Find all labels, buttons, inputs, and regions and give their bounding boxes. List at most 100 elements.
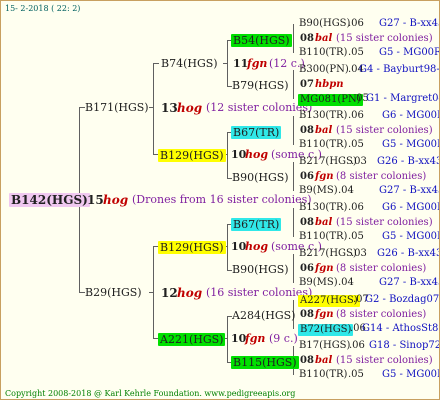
connector — [293, 254, 294, 283]
queen-g1-1[interactable]: B29(HGS) — [85, 287, 142, 298]
g4-14-loc: G18 - Sinop72R — [369, 340, 439, 351]
g4-5-num: .05 — [348, 139, 364, 150]
g4-9-num: .05 — [348, 231, 364, 242]
g3-2-gen: 08 — [300, 125, 314, 136]
g3-2-note: (15 sister colonies) — [336, 125, 433, 136]
queen-g2-0[interactable]: B74(HGS) — [161, 58, 218, 69]
pedigree-chart: { "header": "15- 2-2018 ( 22: 2)", "foot… — [0, 0, 440, 400]
g1-0-gen-mark: hog — [177, 101, 203, 115]
queen-g3-2[interactable]: B67(TR) — [231, 126, 282, 139]
g4-0-loc: G27 - B-xx43 — [379, 18, 440, 29]
queen-g3-0[interactable]: B54(HGS) — [231, 34, 292, 47]
queen-g3-1[interactable]: B79(HGS) — [232, 80, 289, 91]
timestamp: 15- 2-2018 ( 22: 2) — [5, 4, 81, 13]
g4-4-num: .06 — [348, 110, 364, 121]
connector — [149, 292, 154, 293]
queen-g3-7[interactable]: B115(HGS) — [231, 356, 299, 369]
g4-5-loc: G5 - MG00R — [382, 139, 440, 150]
queen-g4-15[interactable]: B110(TR) — [299, 370, 347, 380]
g3-1-gen-mark: hbpn — [315, 79, 344, 90]
queen-g4-4[interactable]: B130(TR) — [299, 111, 347, 121]
g3-2-gen-mark: bal — [315, 125, 333, 136]
queen-g4-10[interactable]: B217(HGS) — [299, 249, 357, 259]
g2-2-gen-mark: hog — [245, 240, 269, 253]
g4-0-num: .06 — [348, 18, 364, 29]
g2-0-gen-mark: fgn — [247, 57, 268, 70]
g1-0-gen: 13 — [161, 101, 178, 115]
copyright-footer: Copyright 2008-2018 @ Karl Kehrle Founda… — [5, 389, 296, 398]
g4-1-num: .05 — [348, 47, 364, 58]
g3-3-gen-mark: fgn — [315, 171, 334, 182]
g4-13-loc: G14 - AthosSt80R — [362, 323, 439, 334]
g4-10-loc: G26 - B-xx43 — [377, 248, 440, 259]
queen-g4-7[interactable]: B9(MS) — [299, 186, 338, 196]
g4-1-loc: G5 - MG00R — [379, 47, 440, 58]
queen-g2-1[interactable]: B129(HGS) — [158, 149, 226, 162]
g2-3-note: (9 c.) — [269, 332, 298, 345]
queen-g4-13[interactable]: B72(HGS) — [298, 324, 354, 336]
g4-8-num: .06 — [348, 202, 364, 213]
queen-g4-12[interactable]: A227(HGS) — [298, 295, 360, 307]
connector — [293, 70, 294, 99]
queen-g2-3[interactable]: A221(HGS) — [158, 333, 226, 346]
queen-g4-9[interactable]: B110(TR) — [299, 232, 347, 242]
queen-g4-14[interactable]: B17(HGS) — [299, 341, 350, 351]
connector — [227, 224, 228, 270]
g3-7-note: (15 sister colonies) — [336, 355, 433, 366]
queen-g3-6[interactable]: A284(HGS) — [232, 310, 295, 321]
queen-g4-1[interactable]: B110(TR) — [299, 48, 347, 58]
connector — [223, 63, 228, 64]
g1-1-gen: 12 — [161, 286, 178, 300]
g4-12-loc: G2 - Bozdag07R — [365, 294, 440, 305]
g1-1-note: (16 sister colonies) — [206, 286, 313, 299]
g3-6-note: (8 sister colonies) — [336, 309, 427, 320]
g4-3-loc: G1 - Margret04R — [366, 93, 439, 104]
g3-0-gen-mark: bal — [315, 33, 333, 44]
root-gen: 15 — [87, 193, 104, 207]
connector — [149, 107, 154, 108]
g3-1-gen: 07 — [300, 79, 314, 90]
queen-g3-3[interactable]: B90(HGS) — [232, 172, 289, 183]
connector — [293, 208, 294, 237]
queen-g4-2[interactable]: B300(PN) — [299, 65, 349, 75]
connector — [153, 63, 154, 155]
queen-g4-0[interactable]: B90(HGS) — [299, 19, 350, 29]
g4-2-loc: G4 - Bayburt98-3 — [359, 64, 440, 75]
g4-6-loc: G26 - B-xx43 — [377, 156, 440, 167]
g3-4-note: (15 sister colonies) — [336, 217, 433, 228]
g3-0-gen: 08 — [300, 33, 314, 44]
queen-g2-2[interactable]: B129(HGS) — [158, 241, 226, 254]
queen-g4-5[interactable]: B110(TR) — [299, 140, 347, 150]
g3-4-gen: 08 — [300, 217, 314, 228]
queen-g3-5[interactable]: B90(HGS) — [232, 264, 289, 275]
g4-11-num: .04 — [338, 277, 354, 288]
g4-8-loc: G6 - MG00R — [382, 202, 440, 213]
g2-1-gen-mark: hog — [245, 148, 269, 161]
connector — [293, 116, 294, 145]
g4-15-loc: G5 - MG00R — [382, 369, 440, 380]
queen-g3-4[interactable]: B67(TR) — [231, 218, 282, 231]
queen-g1-0[interactable]: B171(HGS) — [85, 102, 149, 113]
connector — [153, 63, 159, 64]
g4-9-loc: G5 - MG00R — [382, 231, 440, 242]
g3-5-gen-mark: fgn — [315, 263, 334, 274]
g3-5-gen: 06 — [300, 263, 314, 274]
g4-6-num: .03 — [351, 156, 367, 167]
g4-11-loc: G27 - B-xx43 — [379, 277, 440, 288]
connector — [227, 316, 228, 362]
root-gen-mark: hog — [103, 193, 129, 207]
queen-g4-11[interactable]: B9(MS) — [299, 278, 338, 288]
g4-15-num: .05 — [348, 369, 364, 380]
g1-0-note: (12 sister colonies) — [206, 101, 313, 114]
g3-6-gen: 08 — [300, 309, 314, 320]
g2-3-gen-mark: fgn — [245, 332, 266, 345]
queen-g4-6[interactable]: B217(HGS) — [299, 157, 357, 167]
g4-14-num: .06 — [349, 340, 365, 351]
queen-g4-8[interactable]: B130(TR) — [299, 203, 347, 213]
g3-7-gen-mark: bal — [315, 355, 333, 366]
g3-3-note: (8 sister colonies) — [336, 171, 427, 182]
connector — [293, 24, 294, 53]
g3-7-gen: 08 — [300, 355, 314, 366]
root-queen[interactable]: B142(HGS) — [9, 193, 90, 207]
g3-5-note: (8 sister colonies) — [336, 263, 427, 274]
